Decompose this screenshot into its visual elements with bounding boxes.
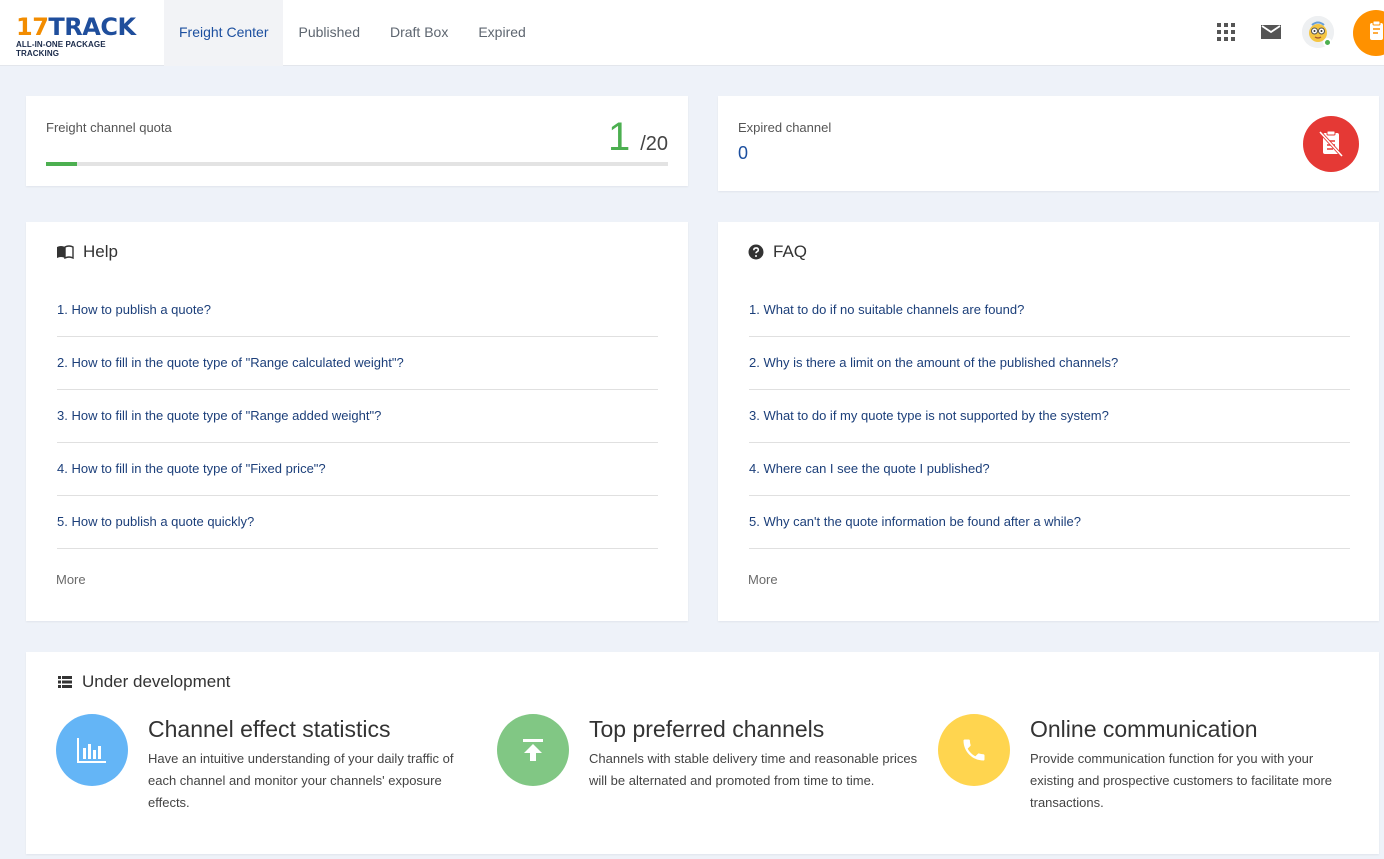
faq-list: 1. What to do if no suitable channels ar… xyxy=(749,284,1350,549)
faq-link-4[interactable]: 4. Where can I see the quote I published… xyxy=(749,461,990,478)
feature-description: Provide communication function for you w… xyxy=(1030,751,1333,810)
list-item: 1. How to publish a quote? xyxy=(57,284,658,337)
logo-wordmark: 17TRACK xyxy=(16,13,136,41)
feature-title: Online communication xyxy=(1030,716,1258,742)
feature-title: Top preferred channels xyxy=(589,716,825,742)
question-circle-icon xyxy=(748,244,764,260)
quota-used: 1 xyxy=(607,115,631,159)
feature-icon-circle xyxy=(938,714,1010,786)
help-link-2[interactable]: 2. How to fill in the quote type of "Ran… xyxy=(57,355,404,372)
online-status-dot xyxy=(1323,38,1332,47)
expired-label: Expired channel xyxy=(738,120,832,135)
faq-link-1[interactable]: 1. What to do if no suitable channels ar… xyxy=(749,302,1024,319)
list-item: 2. How to fill in the quote type of "Ran… xyxy=(57,337,658,390)
help-more-link[interactable]: More xyxy=(56,572,86,587)
help-link-4[interactable]: 4. How to fill in the quote type of "Fix… xyxy=(57,461,326,478)
mail-icon[interactable] xyxy=(1259,20,1283,44)
faq-link-2[interactable]: 2. Why is there a limit on the amount of… xyxy=(749,355,1118,372)
logo[interactable]: 17TRACK ALL-IN-ONE PACKAGE TRACKING xyxy=(16,13,148,58)
help-title: Help xyxy=(56,242,118,262)
list-item: 1. What to do if no suitable channels ar… xyxy=(749,284,1350,337)
help-card: Help 1. How to publish a quote? 2. How t… xyxy=(26,222,688,621)
upload-top-icon xyxy=(523,739,543,761)
expired-count: 0 xyxy=(738,143,749,163)
quota-progress-bar xyxy=(46,162,668,166)
list-item: 5. Why can't the quote information be fo… xyxy=(749,496,1350,549)
faq-more-link[interactable]: More xyxy=(748,572,778,587)
help-link-1[interactable]: 1. How to publish a quote? xyxy=(57,302,211,319)
freight-quota-card: Freight channel quota 1 /20 xyxy=(26,96,688,186)
quota-total: /20 xyxy=(640,133,668,155)
logo-tagline: ALL-IN-ONE PACKAGE TRACKING xyxy=(16,40,106,58)
tab-expired[interactable]: Expired xyxy=(463,0,540,66)
top-navigation-bar: 17TRACK ALL-IN-ONE PACKAGE TRACKING Frei… xyxy=(0,0,1384,66)
bar-chart-icon xyxy=(77,738,106,763)
help-link-3[interactable]: 3. How to fill in the quote type of "Ran… xyxy=(57,408,381,425)
quota-label: Freight channel quota xyxy=(46,120,172,135)
quota-progress-fill xyxy=(46,162,78,166)
feature-description: Have an intuitive understanding of your … xyxy=(148,751,454,810)
expired-channel-card: Expired channel 0 xyxy=(718,96,1379,191)
list-item: 4. Where can I see the quote I published… xyxy=(749,443,1350,496)
list-item: 3. What to do if my quote type is not su… xyxy=(749,390,1350,443)
faq-link-5[interactable]: 5. Why can't the quote information be fo… xyxy=(749,514,1081,531)
help-link-5[interactable]: 5. How to publish a quote quickly? xyxy=(57,514,254,531)
nav-tabs: Freight Center Published Draft Box Expir… xyxy=(164,0,541,66)
apps-grid-icon[interactable] xyxy=(1216,22,1240,46)
tab-draft-box[interactable]: Draft Box xyxy=(375,0,463,66)
feature-icon-circle xyxy=(56,714,128,786)
list-item: 5. How to publish a quote quickly? xyxy=(57,496,658,549)
feature-title: Channel effect statistics xyxy=(148,716,391,742)
list-item: 3. How to fill in the quote type of "Ran… xyxy=(57,390,658,443)
feature-icon-circle xyxy=(497,714,569,786)
tab-published[interactable]: Published xyxy=(283,0,375,66)
development-title: Under development xyxy=(58,672,230,692)
help-list: 1. How to publish a quote? 2. How to fil… xyxy=(57,284,658,549)
clipboard-icon[interactable] xyxy=(1353,10,1384,56)
list-icon xyxy=(58,676,72,688)
quota-value: 1 /20 xyxy=(608,114,668,160)
phone-icon xyxy=(963,739,985,761)
expired-clipboard-off-icon xyxy=(1303,116,1359,172)
book-icon xyxy=(57,245,74,259)
faq-card: FAQ 1. What to do if no suitable channel… xyxy=(718,222,1379,621)
under-development-card: Under development Channel effect statist… xyxy=(26,652,1379,854)
faq-link-3[interactable]: 3. What to do if my quote type is not su… xyxy=(749,408,1109,425)
tab-freight-center[interactable]: Freight Center xyxy=(164,0,284,66)
feature-description: Channels with stable delivery time and r… xyxy=(589,751,918,788)
list-item: 2. Why is there a limit on the amount of… xyxy=(749,337,1350,390)
list-item: 4. How to fill in the quote type of "Fix… xyxy=(57,443,658,496)
faq-title: FAQ xyxy=(748,242,807,262)
